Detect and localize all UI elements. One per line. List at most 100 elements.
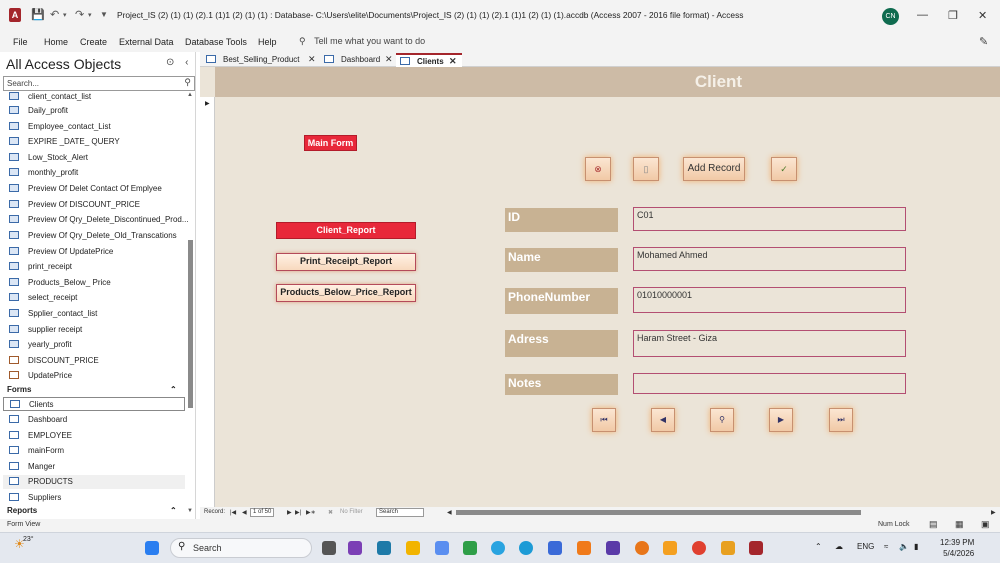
name-field[interactable]: Mohamed Ahmed <box>633 247 906 271</box>
id-field[interactable]: C01 <box>633 207 906 231</box>
firefox-icon[interactable] <box>635 541 649 555</box>
next-record-icon[interactable]: ▶ <box>287 509 292 516</box>
scrollbar-thumb[interactable] <box>188 240 193 408</box>
nav-item-query[interactable]: print_receipt <box>3 260 185 274</box>
redo-icon[interactable]: ↷ <box>75 8 84 21</box>
share-icon[interactable]: ✎ <box>979 35 988 48</box>
nav-item-query[interactable]: Products_Below_ Price <box>3 276 185 290</box>
main-form-button[interactable]: Main Form <box>304 135 357 151</box>
form-view-icon[interactable]: ▤ <box>929 519 938 530</box>
windows-start-icon[interactable] <box>145 541 159 555</box>
last-record-icon[interactable]: ▶| <box>295 509 301 516</box>
redo-dropdown-icon[interactable]: ▾ <box>88 11 92 19</box>
nav-item-query[interactable]: Employee_contact_List <box>3 120 185 134</box>
record-selector[interactable]: ▶ <box>200 97 215 507</box>
nav-item-form[interactable]: PRODUCTS <box>3 475 185 489</box>
nav-item-query[interactable]: yearly_profit <box>3 338 185 352</box>
undo-dropdown-icon[interactable]: ▾ <box>63 11 67 19</box>
scroll-up-icon[interactable]: ▲ <box>187 92 193 98</box>
save-icon[interactable]: 💾 <box>31 8 45 21</box>
first-record-icon[interactable]: |◀ <box>230 509 236 516</box>
horizontal-scrollbar[interactable] <box>456 510 861 515</box>
mail-icon[interactable] <box>548 541 562 555</box>
nav-item-query[interactable]: Low_Stock_Alert <box>3 151 185 165</box>
customize-toolbar-icon[interactable]: ▼ <box>100 10 108 19</box>
doc-tab-clients[interactable]: Clients ✕ <box>396 53 462 67</box>
doc-tab-dashboard[interactable]: Dashboard ✕ <box>320 53 396 67</box>
first-record-button[interactable]: ⏮ <box>592 408 616 432</box>
save-record-button[interactable]: ▯ <box>633 157 659 181</box>
onedrive-icon[interactable]: ☁ <box>835 542 843 551</box>
nav-item-query[interactable]: Spplier_contact_list <box>3 307 185 321</box>
visual-studio-icon[interactable] <box>348 541 362 555</box>
nav-item-form[interactable]: Clients <box>3 397 185 411</box>
chevron-up-icon[interactable]: ⌃ <box>815 542 822 551</box>
scroll-left-icon[interactable]: ◀ <box>447 509 452 516</box>
find-record-button[interactable]: ⚲ <box>710 408 734 432</box>
nav-item-form[interactable]: Dashboard <box>3 413 185 427</box>
nav-item-query[interactable]: supplier receipt <box>3 323 185 337</box>
nav-item-macro[interactable]: DISCOUNT_PRICE <box>3 354 185 368</box>
tab-file[interactable]: File <box>13 37 28 47</box>
nav-item-form[interactable]: Suppliers <box>3 491 185 505</box>
nav-item-form[interactable]: mainForm <box>3 444 185 458</box>
telegram-icon[interactable] <box>491 541 505 555</box>
confirm-button[interactable]: ✓ <box>771 157 797 181</box>
phone-field[interactable]: 01010000001 <box>633 287 906 313</box>
store-icon[interactable] <box>435 541 449 555</box>
new-record-icon[interactable]: ▶∗ <box>306 509 316 516</box>
close-icon[interactable]: ✕ <box>449 56 457 67</box>
print-receipt-report-button[interactable]: Print_Receipt_Report <box>276 253 416 271</box>
design-view-icon[interactable]: ▣ <box>981 519 990 530</box>
restore-button[interactable]: ❐ <box>948 9 958 22</box>
close-icon[interactable]: ✕ <box>385 54 393 65</box>
nav-menu-icon[interactable]: ⊙ <box>166 57 174 68</box>
tab-create[interactable]: Create <box>80 37 107 47</box>
file-explorer-icon[interactable] <box>406 541 420 555</box>
client-report-button[interactable]: Client_Report <box>276 222 416 239</box>
filter-status[interactable]: No Filter <box>340 509 363 515</box>
avatar[interactable]: CN <box>882 8 899 25</box>
shield-app-icon[interactable] <box>577 541 591 555</box>
layout-view-icon[interactable]: ▦ <box>955 519 964 530</box>
tab-database-tools[interactable]: Database Tools <box>185 37 247 47</box>
nav-item-macro[interactable]: UpdatePrice <box>3 369 185 383</box>
scroll-right-icon[interactable]: ▶ <box>991 509 996 516</box>
chrome-icon[interactable] <box>692 541 706 555</box>
tab-external-data[interactable]: External Data <box>119 37 174 47</box>
nav-group-reports[interactable]: Reports ⌃ <box>7 506 177 515</box>
nav-item-query[interactable]: Preview Of Qry_Delete_Discontinued_Prod.… <box>3 213 189 227</box>
nav-item-query[interactable]: Preview Of UpdatePrice <box>3 245 185 259</box>
nav-pane-title[interactable]: All Access Objects <box>6 56 121 72</box>
notes-app-icon[interactable] <box>721 541 735 555</box>
battery-icon[interactable]: ▮ <box>914 542 918 551</box>
nav-item-form[interactable]: Manger <box>3 460 185 474</box>
nav-item-query[interactable]: Preview Of Qry_Delete_Old_Transcations <box>3 229 185 243</box>
edge-icon[interactable] <box>519 541 533 555</box>
tab-home[interactable]: Home <box>44 37 68 47</box>
taskbar-search[interactable]: ⚲ Search <box>170 538 312 558</box>
nav-scrollbar[interactable]: ▲ ▼ <box>186 92 195 532</box>
doc-tab-best-selling[interactable]: Best_Selling_Product ✕ <box>202 53 320 67</box>
access-taskbar-icon[interactable] <box>749 541 763 555</box>
minimize-button[interactable]: — <box>917 9 928 21</box>
nav-item-query[interactable]: monthly_profit <box>3 166 185 180</box>
next-record-button[interactable]: ▶ <box>769 408 793 432</box>
taskbar-clock[interactable]: 12:39 PM 5/4/2026 <box>940 537 974 559</box>
undo-icon[interactable]: ↶ <box>50 8 59 21</box>
notes-field[interactable] <box>633 373 906 394</box>
java-app-icon[interactable] <box>663 541 677 555</box>
close-button[interactable]: ✕ <box>978 9 987 22</box>
previous-record-icon[interactable]: ◀ <box>242 509 247 516</box>
nav-item-query[interactable]: select_receipt <box>3 291 185 305</box>
previous-record-button[interactable]: ◀ <box>651 408 675 432</box>
monitor-app-icon[interactable] <box>377 541 391 555</box>
add-record-button[interactable]: Add Record <box>683 157 745 181</box>
nav-item-form[interactable]: EMPLOYEE <box>3 429 185 443</box>
address-field[interactable]: Haram Street - Giza <box>633 330 906 357</box>
tab-help[interactable]: Help <box>258 37 277 47</box>
last-record-button[interactable]: ⏭ <box>829 408 853 432</box>
record-position-field[interactable]: 1 of 50 <box>250 508 275 517</box>
nav-item-query[interactable]: Preview Of Delet Contact Of Emplyee <box>3 182 185 196</box>
nav-group-forms[interactable]: Forms ⌃ <box>7 385 177 394</box>
